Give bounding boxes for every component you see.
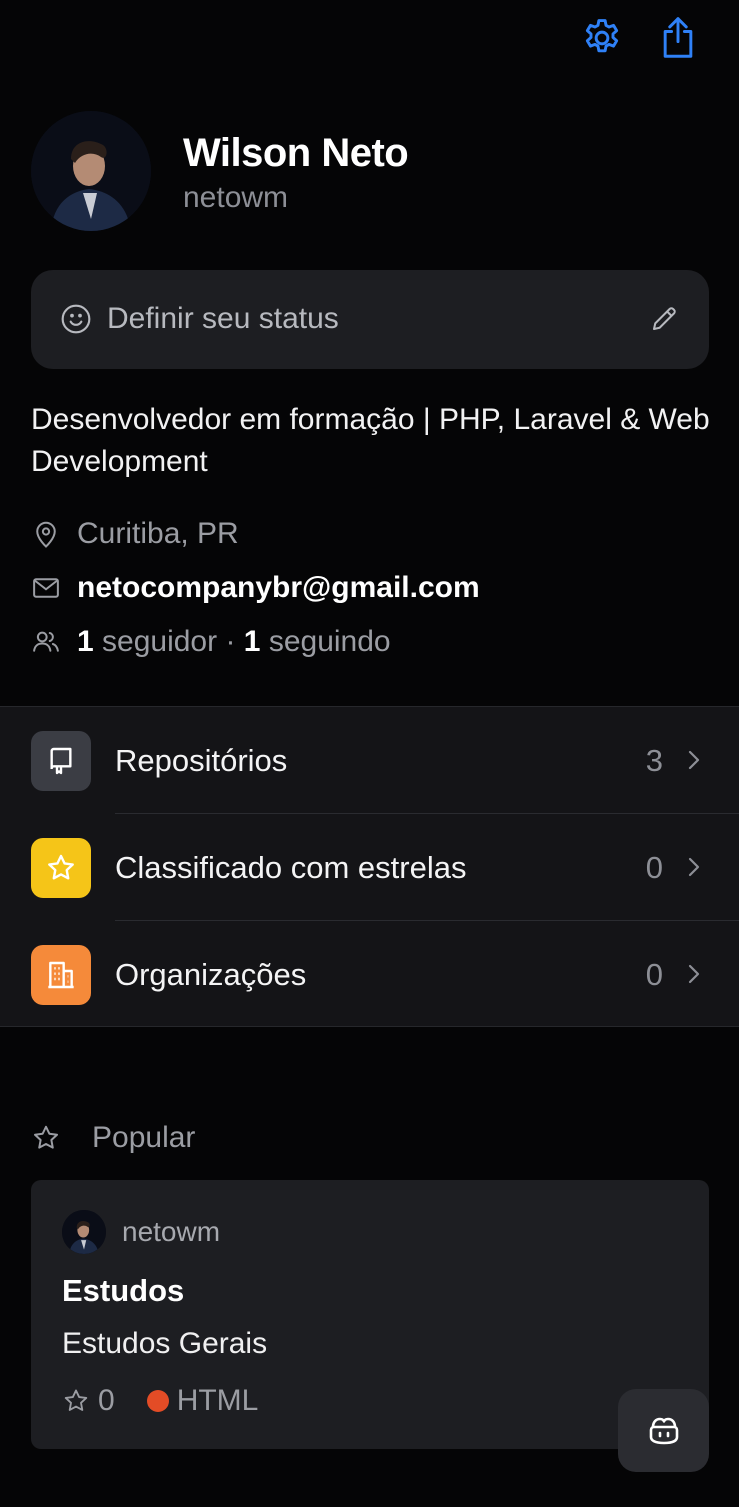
repo-icon-box: [31, 731, 91, 791]
menu-item-organizations[interactable]: Organizações 0: [0, 921, 739, 1028]
following-count: 1: [243, 625, 261, 658]
menu-label: Classificado com estrelas: [115, 850, 467, 885]
email-row[interactable]: netocompanybr@gmail.com: [31, 568, 480, 608]
profile-name: Wilson Neto: [183, 131, 409, 175]
profile-username: netowm: [183, 181, 289, 214]
repo-footer: 0 HTML: [62, 1383, 258, 1419]
star-outline-icon: [34, 1125, 58, 1149]
profile-bio: Desenvolvedor em formação | PHP, Laravel…: [31, 403, 710, 478]
star-icon: [48, 854, 74, 880]
repo-name: Estudos: [62, 1273, 185, 1308]
copilot-button[interactable]: [618, 1389, 709, 1472]
chevron-right-icon: [688, 750, 700, 770]
language-color-dot: [146, 1390, 169, 1412]
follow-separator: ·: [225, 625, 236, 658]
repo-language: HTML: [176, 1384, 259, 1417]
star-icon-box: [31, 838, 91, 898]
menu-count: 0: [645, 850, 663, 885]
gear-icon: [585, 19, 619, 53]
copilot-icon: [649, 1417, 678, 1444]
share-button[interactable]: [656, 14, 700, 65]
repo-star-count: 0: [98, 1384, 115, 1417]
chevron-right-icon: [688, 857, 700, 877]
pencil-icon: [653, 307, 676, 330]
share-icon: [663, 17, 693, 58]
avatar-photo: [31, 111, 151, 231]
star-outline-icon: [64, 1389, 88, 1411]
chevron-right-icon: [688, 964, 700, 984]
repo-icon: [50, 747, 72, 775]
owner-avatar: [62, 1210, 106, 1254]
menu-item-repositories[interactable]: Repositórios 3: [0, 707, 739, 814]
followers-label: seguidor: [102, 625, 218, 658]
email-link[interactable]: netocompanybr@gmail.com: [77, 571, 480, 605]
popular-header: Popular: [31, 1118, 195, 1158]
smiley-icon: [61, 304, 91, 334]
avatar[interactable]: [31, 111, 151, 231]
followers-row[interactable]: 1 seguidor · 1 seguindo: [31, 622, 391, 662]
location-text: Curitiba, PR: [77, 517, 239, 550]
repo-description: Estudos Gerais: [62, 1327, 268, 1360]
avatar-photo: [62, 1210, 106, 1254]
menu-count: 3: [645, 743, 663, 778]
followers-count: 1: [77, 625, 94, 658]
settings-button[interactable]: [580, 16, 624, 65]
location-row: Curitiba, PR: [31, 514, 239, 554]
status-button[interactable]: Definir seu status: [31, 270, 709, 369]
menu-label: Organizações: [115, 957, 307, 992]
organization-icon-box: [31, 945, 91, 1005]
menu-label: Repositórios: [115, 743, 288, 778]
status-placeholder: Definir seu status: [107, 302, 339, 335]
popular-repo-card[interactable]: netowm Estudos Estudos Gerais 0 HTML: [31, 1180, 709, 1449]
organization-icon: [48, 961, 74, 989]
popular-label: Popular: [92, 1121, 196, 1154]
people-icon: [33, 631, 59, 652]
menu-count: 0: [645, 957, 663, 992]
repo-owner: netowm: [122, 1216, 221, 1247]
location-pin-icon: [36, 521, 56, 548]
following-label: seguindo: [268, 625, 391, 658]
menu-item-starred[interactable]: Classificado com estrelas 0: [0, 814, 739, 921]
profile-menu: Repositórios 3 Classificado com estrelas…: [0, 706, 739, 1027]
mail-icon: [33, 578, 59, 598]
